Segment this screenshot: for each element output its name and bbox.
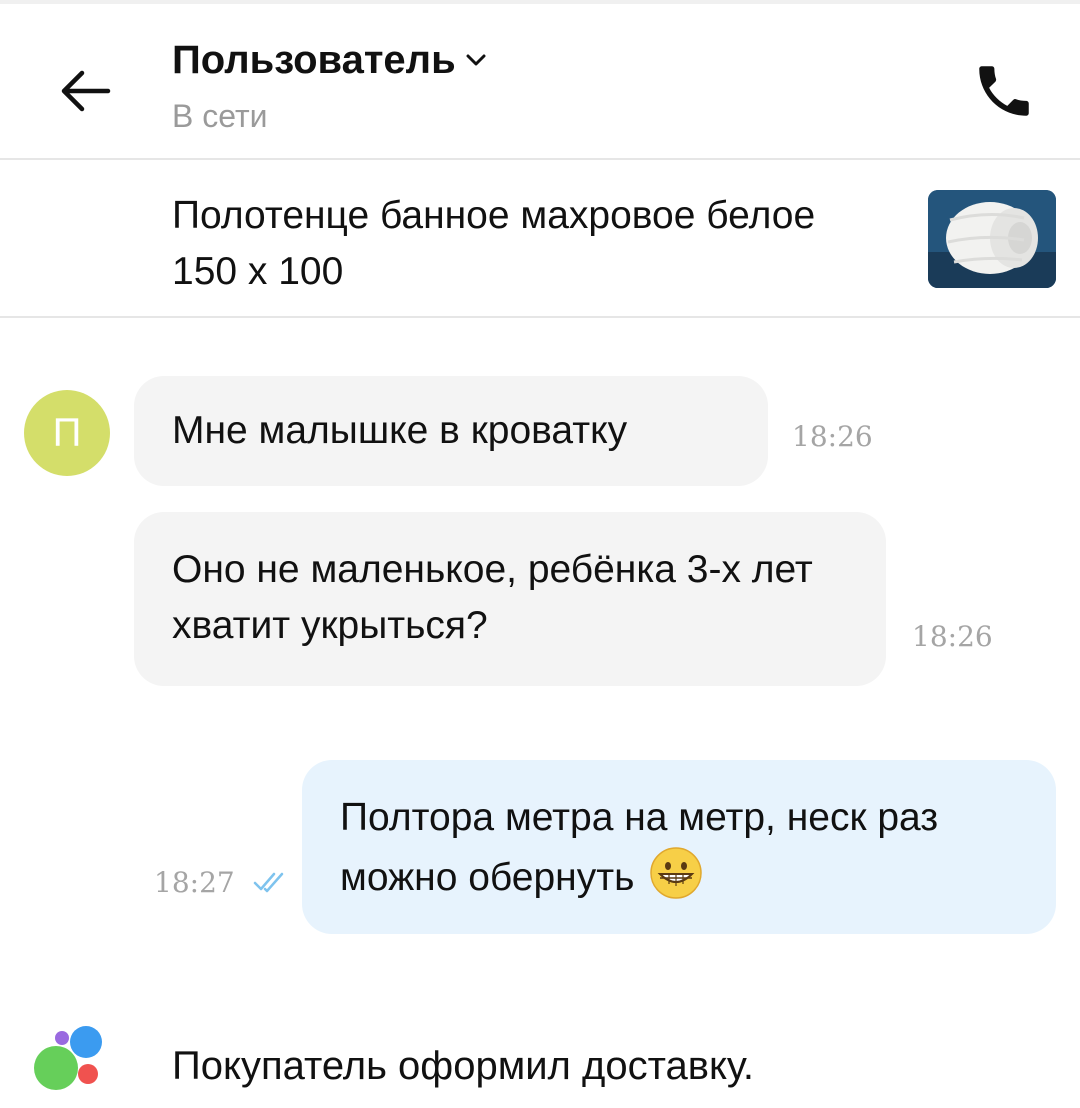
contact-name-row: Пользователь [172,36,486,84]
call-button[interactable] [964,56,1044,126]
listing-bar[interactable]: Полотенце банное махровое белое 150 х 10… [0,162,1080,316]
message-time: 18:26 [792,420,873,453]
message-time: 18:27 [154,866,235,899]
contact-info[interactable]: Пользователь В сети [172,36,486,134]
grinning-face-icon [650,847,702,899]
phone-icon [979,66,1029,116]
chevron-down-icon[interactable] [466,53,486,67]
back-button[interactable] [50,56,120,126]
message-text: Мне малышке в кроватку [172,409,628,452]
avatar[interactable]: П [24,390,110,476]
message-time: 18:26 [912,620,993,653]
marketplace-logo-icon [34,1026,102,1090]
arrow-left-icon [61,70,111,112]
message-text: Оно не маленькое, ребёнка 3-х лет хватит… [172,548,813,647]
message-bubble-outgoing[interactable]: Полтора метра на метр, неск раз можно об… [302,760,1056,934]
avatar-initial: П [52,410,82,455]
towel-photo [928,190,1056,288]
message-bubble-incoming[interactable]: Оно не маленькое, ребёнка 3-х лет хватит… [134,512,886,686]
listing-divider [0,316,1080,318]
message-text: Полтора метра на метр, неск раз можно об… [340,796,939,899]
chat-header: Пользователь В сети [0,4,1080,160]
contact-name: Пользователь [172,38,456,82]
system-message: Покупатель оформил доставку. [172,1044,755,1088]
double-check-icon [253,872,284,893]
message-bubble-incoming[interactable]: Мне малышке в кроватку [134,376,768,486]
header-divider [0,158,1080,160]
listing-thumbnail[interactable] [928,190,1056,288]
online-status: В сети [172,98,268,134]
listing-title: Полотенце банное махровое белое 150 х 10… [172,194,816,293]
